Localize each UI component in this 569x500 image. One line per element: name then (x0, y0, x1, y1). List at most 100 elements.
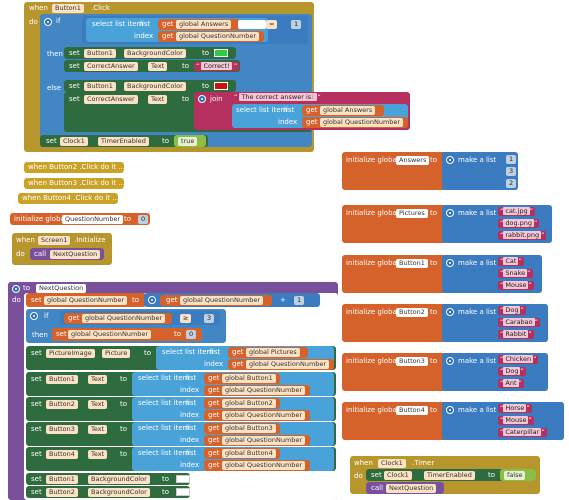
var-name-field[interactable]: Button4 (396, 406, 428, 415)
property-dropdown[interactable]: BackgroundColor (88, 475, 150, 484)
var-dropdown[interactable]: global Button4 (222, 449, 276, 458)
component-dropdown[interactable]: Clock1 (378, 459, 406, 468)
white-color-swatch[interactable] (176, 488, 190, 496)
proc-dropdown[interactable]: NextQuestion (50, 250, 101, 259)
var-dropdown[interactable]: global Answers (320, 106, 376, 115)
var-name-field[interactable]: Button1 (396, 259, 428, 268)
property-dropdown[interactable]: Text (88, 425, 108, 434)
gear-icon[interactable] (198, 95, 206, 103)
gear-icon[interactable] (446, 406, 454, 414)
var-dropdown[interactable]: global QuestionNumber (246, 360, 330, 369)
component-dropdown[interactable]: Screen1 (38, 236, 71, 245)
property-dropdown[interactable]: Text (148, 62, 168, 71)
property-dropdown[interactable]: Text (88, 375, 108, 384)
property-dropdown[interactable]: TimerEnabled (424, 471, 475, 480)
var-dropdown[interactable]: global QuestionNumber (44, 296, 128, 305)
blank-field[interactable] (238, 20, 266, 29)
component-dropdown[interactable]: PictureImage (46, 349, 95, 358)
var-dropdown[interactable]: global Answers (176, 20, 232, 29)
number-value[interactable]: 0 (186, 330, 197, 339)
gte-dropdown[interactable]: ≥ (180, 314, 192, 323)
gear-icon[interactable] (446, 357, 454, 365)
list-item[interactable]: “Horse” (498, 404, 532, 413)
list-item[interactable]: “Snake” (498, 269, 533, 278)
var-name-field[interactable]: Button2 (396, 308, 428, 317)
var-name-field[interactable]: QuestionNumber (62, 215, 124, 224)
component-dropdown[interactable]: Button1 (46, 475, 78, 484)
red-color-swatch[interactable] (214, 82, 228, 90)
text-string[interactable]: “ Correct! ” (194, 62, 240, 71)
gear-icon[interactable] (148, 296, 156, 304)
component-dropdown[interactable]: CorrectAnswer (84, 95, 138, 104)
var-dropdown[interactable]: global Button2 (222, 399, 276, 408)
var-dropdown[interactable]: global QuestionNumber (222, 461, 306, 470)
gear-icon[interactable] (446, 209, 454, 217)
number-value[interactable]: 0 (138, 215, 149, 224)
list-item[interactable]: “Carabao” (498, 318, 541, 327)
component-dropdown[interactable]: Button1 (46, 375, 78, 384)
component-dropdown[interactable]: Button2 (46, 488, 78, 497)
list-item[interactable]: 1 (506, 155, 517, 164)
gear-icon[interactable] (446, 259, 454, 267)
var-name-field[interactable]: Button3 (396, 357, 428, 366)
component-dropdown[interactable]: Clock1 (60, 137, 88, 146)
property-dropdown[interactable]: Picture (102, 349, 131, 358)
property-dropdown[interactable]: TimerEnabled (98, 137, 149, 146)
gear-icon[interactable] (446, 156, 454, 164)
list-item[interactable]: “Caterpillar” (498, 428, 547, 437)
list-item[interactable]: “Chicken” (498, 355, 539, 364)
number-value[interactable]: 3 (204, 314, 215, 323)
component-dropdown[interactable]: Button3 (46, 425, 78, 434)
component-dropdown[interactable]: Clock1 (384, 471, 412, 480)
list-item[interactable]: 3 (506, 167, 517, 176)
number-value[interactable]: 1 (294, 296, 305, 305)
var-dropdown[interactable]: global QuestionNumber (222, 411, 306, 420)
var-dropdown[interactable]: global QuestionNumber (222, 386, 306, 395)
list-item[interactable]: “Ant” (498, 379, 524, 388)
var-dropdown[interactable]: global QuestionNumber (68, 330, 152, 339)
var-dropdown[interactable]: global QuestionNumber (320, 118, 404, 127)
component-dropdown[interactable]: Button4 (46, 450, 78, 459)
white-color-swatch[interactable] (176, 475, 190, 483)
property-dropdown[interactable]: BackgroundColor (124, 49, 186, 58)
list-item[interactable]: “Dog” (498, 306, 526, 315)
property-dropdown[interactable]: BackgroundColor (88, 488, 150, 497)
var-dropdown[interactable]: global QuestionNumber (180, 296, 264, 305)
component-dropdown[interactable]: Button1 (84, 49, 116, 58)
var-dropdown[interactable]: global QuestionNumber (82, 314, 166, 323)
green-color-swatch[interactable] (214, 49, 228, 57)
list-item[interactable]: “cat.jpg” (498, 207, 535, 216)
component-dropdown[interactable]: CorrectAnswer (84, 62, 138, 71)
gear-icon[interactable] (446, 308, 454, 316)
component-dropdown[interactable]: Button1 (84, 82, 116, 91)
gear-icon[interactable] (12, 285, 20, 293)
gear-icon[interactable] (44, 18, 52, 26)
number-value[interactable]: 1 (291, 20, 302, 29)
list-item[interactable]: “dog.png” (498, 219, 540, 228)
list-item[interactable]: “rabbit.png” (498, 231, 547, 240)
var-name-field[interactable]: Answers (396, 156, 430, 165)
bool-dropdown[interactable]: false (504, 471, 526, 480)
eq-dropdown[interactable]: = (266, 20, 278, 29)
list-item[interactable]: “Mouse” (498, 281, 534, 290)
list-item[interactable]: 2 (506, 179, 517, 188)
proc-name-field[interactable]: NextQuestion (36, 284, 87, 293)
gear-icon[interactable] (30, 312, 38, 320)
var-dropdown[interactable]: global Button1 (222, 374, 276, 383)
component-dropdown[interactable]: Button1 (52, 4, 84, 13)
var-name-field[interactable]: Pictures (396, 209, 428, 218)
list-item[interactable]: “Rabbit” (498, 330, 534, 339)
var-dropdown[interactable]: global Pictures (246, 348, 300, 357)
property-dropdown[interactable]: Text (88, 400, 108, 409)
bool-dropdown[interactable]: true (178, 137, 198, 146)
list-item[interactable]: “Mouse” (498, 416, 534, 425)
list-item[interactable]: “Cat” (498, 257, 524, 266)
var-dropdown[interactable]: global QuestionNumber (222, 436, 306, 445)
var-dropdown[interactable]: global Button3 (222, 424, 276, 433)
list-item[interactable]: “Dog” (498, 367, 526, 376)
property-dropdown[interactable]: BackgroundColor (124, 82, 186, 91)
var-dropdown[interactable]: global QuestionNumber (176, 32, 260, 41)
property-dropdown[interactable]: Text (88, 450, 108, 459)
proc-dropdown[interactable]: NextQuestion (386, 484, 437, 493)
property-dropdown[interactable]: Text (148, 95, 168, 104)
